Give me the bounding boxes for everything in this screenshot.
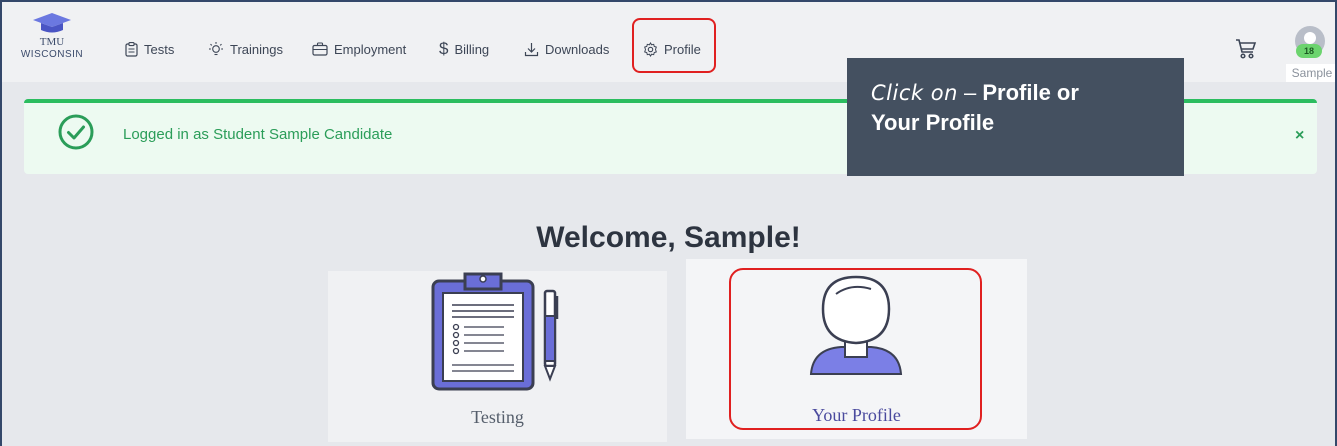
nav-downloads-label: Downloads	[545, 41, 610, 57]
testing-card[interactable]: Testing	[328, 271, 667, 442]
callout-line2: Your Profile	[871, 110, 995, 135]
download-icon	[524, 42, 539, 56]
nav-billing-label: Billing	[454, 41, 490, 57]
lightbulb-icon	[209, 42, 223, 56]
cart-button[interactable]	[1235, 38, 1257, 65]
profile-highlight	[632, 18, 716, 73]
nav-employment[interactable]: Employment	[312, 39, 406, 59]
logo-title: TMU	[39, 36, 65, 48]
your-profile-highlight	[729, 268, 982, 430]
user-name: Sample	[1286, 64, 1337, 82]
nav-employment-label: Employment	[334, 41, 407, 57]
testing-card-label: Testing	[471, 407, 524, 427]
check-circle-icon	[57, 113, 95, 156]
callout-dash: –	[957, 80, 983, 105]
logo[interactable]: TMU WISCONSIN	[12, 12, 92, 82]
nav-tests-label: Tests	[144, 41, 175, 57]
user-menu[interactable]: 18 Sample	[1286, 26, 1337, 82]
briefcase-icon	[312, 42, 328, 56]
clipboard-test-icon	[431, 272, 559, 391]
notification-badge: 18	[1296, 44, 1322, 58]
nav-billing[interactable]: $ Billing	[439, 39, 489, 59]
nav-downloads[interactable]: Downloads	[524, 39, 609, 59]
callout-prefix: Click on	[871, 81, 958, 105]
graduation-cap-icon	[33, 13, 71, 33]
nav-trainings[interactable]: Trainings	[208, 39, 283, 59]
clipboard-icon	[125, 41, 138, 57]
nav-tests[interactable]: Tests	[125, 39, 174, 59]
alert-close-button[interactable]: ×	[1295, 127, 1304, 145]
cart-icon	[1236, 39, 1257, 59]
alert-message: Logged in as Student Sample Candidate	[123, 126, 393, 143]
welcome-heading: Welcome, Sample!	[536, 221, 801, 254]
nav-trainings-label: Trainings	[230, 41, 283, 57]
instruction-callout: Click on – Profile or Your Profile	[847, 58, 1184, 176]
dollar-icon: $	[439, 39, 449, 58]
logo-subtitle: WISCONSIN	[20, 49, 84, 60]
callout-line1: Profile or	[982, 80, 1079, 105]
